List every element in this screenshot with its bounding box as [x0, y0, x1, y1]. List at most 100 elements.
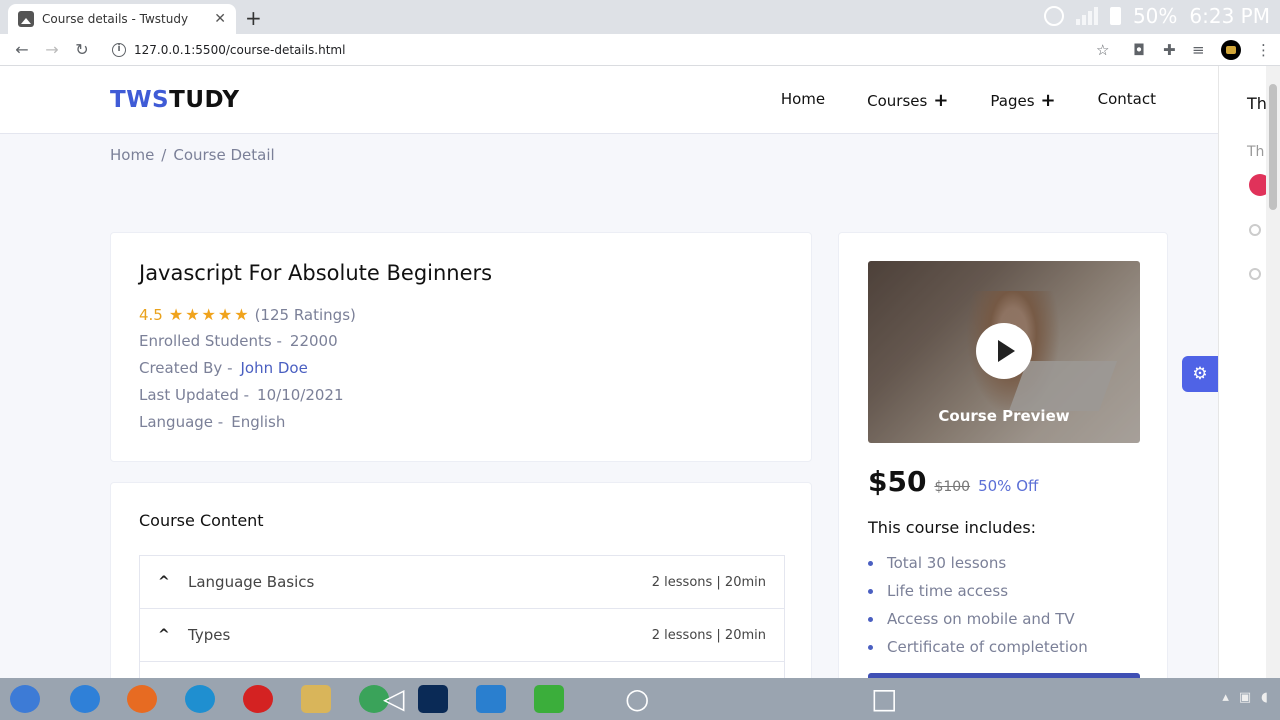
preview-label: Course Preview: [938, 407, 1070, 425]
site-header: TWSTUDY Home Courses + Pages + Contact: [0, 66, 1218, 134]
close-tab-icon[interactable]: ✕: [214, 11, 226, 27]
created-label: Created By -: [139, 359, 233, 377]
course-title: Javascript For Absolute Beginners: [139, 261, 493, 285]
file-explorer-icon[interactable]: [301, 685, 331, 713]
clock: 6:23 PM: [1189, 4, 1270, 28]
play-icon[interactable]: [976, 323, 1032, 379]
updated-value: 10/10/2021: [257, 386, 344, 404]
tab-title: Course details - Twstudy: [42, 12, 189, 26]
side-panel-subtitle: Th: [1247, 144, 1265, 160]
opera-icon[interactable]: [243, 685, 273, 713]
breadcrumb-home[interactable]: Home: [110, 146, 154, 164]
volume-icon[interactable]: ◖: [1261, 690, 1268, 705]
photoshop-icon[interactable]: [418, 685, 448, 713]
url-bar[interactable]: i 127.0.0.1:5500/course-details.html: [104, 38, 1120, 62]
breadcrumb-separator: /: [161, 146, 167, 164]
accordion-item[interactable]: [140, 662, 784, 678]
bookmark-star-icon[interactable]: ☆: [1096, 41, 1109, 59]
nav-courses[interactable]: Courses +: [867, 90, 948, 111]
address-bar-row: ← → ↻ i 127.0.0.1:5500/course-details.ht…: [0, 34, 1280, 66]
android-recents-icon[interactable]: □: [871, 682, 897, 715]
section-meta: 2 lessons | 20min: [651, 574, 766, 590]
course-preview-video[interactable]: Course Preview: [868, 261, 1140, 443]
star-icons: ★★★★★: [168, 305, 251, 324]
firefox-icon[interactable]: [127, 685, 157, 713]
list-item: Certificate of completetion: [868, 633, 1088, 661]
list-item: Life time access: [868, 577, 1088, 605]
tray-arrow-icon[interactable]: ▴: [1222, 690, 1229, 705]
side-panel: Th Th: [1218, 66, 1266, 678]
author-link[interactable]: John Doe: [240, 359, 307, 377]
internet-explorer-icon[interactable]: [70, 685, 100, 713]
settings-gear-icon[interactable]: ⚙: [1182, 356, 1218, 392]
new-tab-button[interactable]: +: [245, 6, 262, 30]
reading-list-icon[interactable]: ≡: [1192, 41, 1205, 59]
url-text[interactable]: 127.0.0.1:5500/course-details.html: [134, 43, 345, 57]
course-info-card: Javascript For Absolute Beginners 4.5 ★★…: [110, 232, 812, 462]
image-icon: [18, 11, 34, 27]
accordion-item[interactable]: ^ Language Basics 2 lessons | 20min: [140, 556, 784, 609]
plus-icon: +: [933, 90, 949, 111]
site-info-icon[interactable]: i: [112, 43, 126, 57]
includes-title: This course includes:: [868, 518, 1037, 537]
signal-icon: [1075, 7, 1098, 25]
logo-part-1: TWS: [110, 87, 170, 113]
enrolled-value: 22000: [289, 332, 338, 350]
created-by: Created By - John Doe: [139, 359, 308, 377]
radio-option[interactable]: [1249, 224, 1261, 236]
enrolled-students: Enrolled Students - 22000: [139, 332, 338, 350]
logo-part-2: TUDY: [169, 87, 240, 113]
chevron-up-icon: ^: [158, 574, 170, 590]
radio-option[interactable]: [1249, 268, 1261, 280]
browser-tab[interactable]: Course details - Twstudy ✕: [8, 4, 236, 34]
section-name: Language Basics: [188, 573, 315, 591]
main-nav: Home Courses + Pages + Contact: [781, 90, 1156, 111]
section-meta: 2 lessons | 20min: [651, 627, 766, 643]
alarm-icon: [1043, 6, 1064, 26]
start-button-icon[interactable]: [10, 685, 40, 713]
reload-icon[interactable]: ↻: [67, 40, 97, 59]
page-scrollbar[interactable]: [1266, 66, 1280, 678]
breadcrumb-current: Course Detail: [173, 146, 275, 164]
list-item: Access on mobile and TV: [868, 605, 1088, 633]
nav-courses-label: Courses: [867, 92, 928, 110]
site-logo[interactable]: TWSTUDY: [110, 87, 240, 113]
browser-menu-icon[interactable]: ⋮: [1256, 41, 1271, 59]
scrollbar-thumb[interactable]: [1269, 84, 1277, 210]
course-content-card: Course Content ^ Language Basics 2 lesso…: [110, 482, 812, 678]
rating-count: (125 Ratings): [254, 305, 356, 324]
vscode-icon[interactable]: [476, 685, 506, 713]
language-value: English: [231, 413, 286, 431]
network-icon[interactable]: ▣: [1239, 690, 1251, 705]
back-arrow-icon[interactable]: ←: [7, 40, 37, 59]
course-price: $50 $100 50% Off: [868, 465, 1038, 498]
camera-icon[interactable]: ◘: [1133, 41, 1145, 59]
nav-contact[interactable]: Contact: [1098, 90, 1156, 111]
forward-arrow-icon[interactable]: →: [37, 40, 67, 59]
android-back-icon[interactable]: ◁: [383, 682, 405, 715]
side-panel-title: Th: [1247, 94, 1266, 113]
rating-value: 4.5: [139, 305, 163, 324]
nav-pages[interactable]: Pages +: [990, 90, 1055, 111]
web-page: TWSTUDY Home Courses + Pages + Contact Hom…: [0, 66, 1218, 678]
course-sidebar-card: Course Preview $50 $100 50% Off This cou…: [838, 232, 1168, 678]
nav-home[interactable]: Home: [781, 90, 825, 111]
breadcrumb: Home / Course Detail: [110, 146, 275, 164]
system-status-bar: 50% 6:23 PM: [1043, 4, 1270, 28]
extensions-icon[interactable]: ✚: [1163, 41, 1176, 59]
price-current: $50: [868, 465, 927, 498]
system-tray: ▴ ▣ ◖: [1222, 690, 1268, 705]
edge-icon[interactable]: [185, 685, 215, 713]
course-content-accordion: ^ Language Basics 2 lessons | 20min ^ Ty…: [139, 555, 785, 678]
section-name: Types: [188, 626, 231, 644]
battery-icon: [1109, 7, 1121, 25]
course-rating: 4.5 ★★★★★ (125 Ratings): [139, 305, 356, 324]
plus-icon: +: [1040, 90, 1056, 111]
profile-avatar[interactable]: [1221, 40, 1241, 60]
android-home-icon[interactable]: ○: [625, 682, 649, 715]
camtasia-icon[interactable]: [534, 685, 564, 713]
color-swatch[interactable]: [1249, 174, 1266, 196]
course-content-title: Course Content: [139, 511, 264, 530]
accordion-item[interactable]: ^ Types 2 lessons | 20min: [140, 609, 784, 662]
battery-percent: 50%: [1132, 4, 1178, 28]
